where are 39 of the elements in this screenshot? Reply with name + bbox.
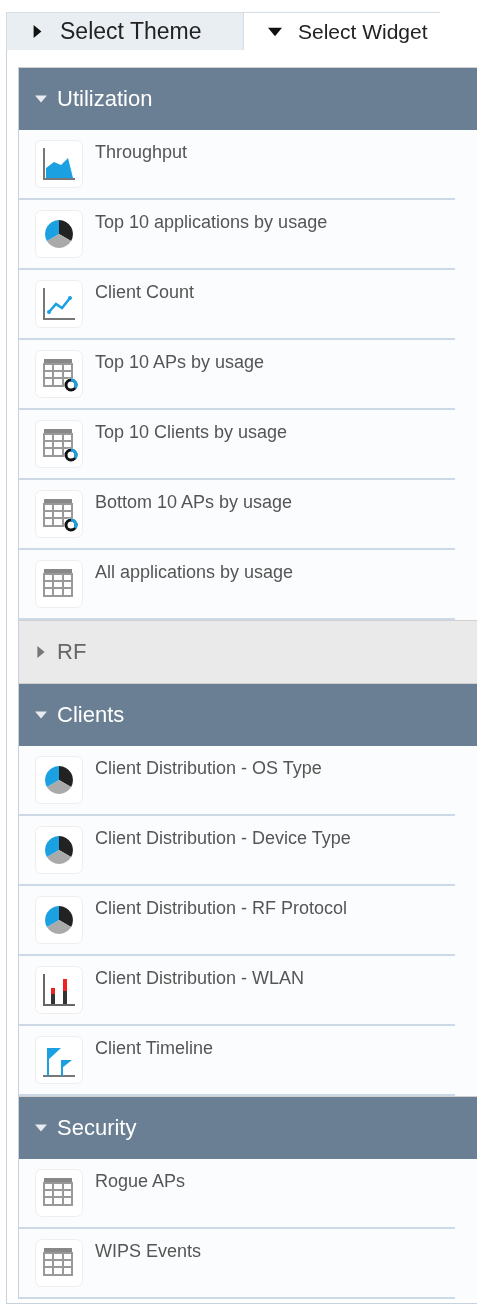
widget-item[interactable]: Throughput [95, 140, 188, 163]
caret-icon [35, 709, 47, 721]
widget-item[interactable]: WIPS Events [95, 1239, 202, 1262]
widget-item[interactable]: Client Distribution - Device Type [95, 826, 351, 849]
caret-icon [35, 646, 47, 658]
widget-item[interactable]: Top 10 APs by usage [95, 350, 265, 373]
area-chart-icon [35, 140, 83, 188]
tab[interactable]: Select Theme [6, 12, 243, 50]
pie-chart-icon [35, 826, 83, 874]
section-header[interactable]: Utilization [19, 67, 477, 130]
table-icon [35, 1239, 83, 1287]
widget-item[interactable]: Client Count [95, 280, 195, 303]
section-header[interactable]: RF [19, 620, 477, 683]
widget-item[interactable]: Client Distribution - RF Protocol [95, 896, 348, 919]
table-icon [35, 420, 83, 468]
pie-chart-icon [35, 756, 83, 804]
pie-chart-icon [35, 210, 83, 258]
section-header[interactable]: Security [19, 1096, 477, 1159]
caret-icon [31, 25, 44, 38]
section-header[interactable]: Clients [19, 683, 477, 746]
widget-item[interactable]: All applications by usage [95, 560, 294, 583]
caret-icon [35, 1122, 47, 1134]
widget-item[interactable]: Client Timeline [95, 1036, 214, 1059]
bar-chart-icon [35, 966, 83, 1014]
table-icon [35, 350, 83, 398]
table-icon [35, 490, 83, 538]
table-icon [35, 560, 83, 608]
widget-item[interactable]: Client Distribution - WLAN [95, 966, 305, 989]
pie-chart-icon [35, 896, 83, 944]
caret-icon [35, 93, 47, 105]
table-icon [35, 1169, 83, 1217]
widget-item[interactable]: Top 10 Clients by usage [95, 420, 288, 443]
flag-icon [35, 1036, 83, 1084]
line-chart-icon [35, 280, 83, 328]
widget-item[interactable]: Top 10 applications by usage [95, 210, 328, 233]
widget-item[interactable]: Client Distribution - OS Type [95, 756, 322, 779]
widget-item[interactable]: Rogue APs [95, 1169, 186, 1192]
tab[interactable]: Select Widget [243, 12, 440, 50]
widget-item[interactable]: Bottom 10 APs by usage [95, 490, 293, 513]
